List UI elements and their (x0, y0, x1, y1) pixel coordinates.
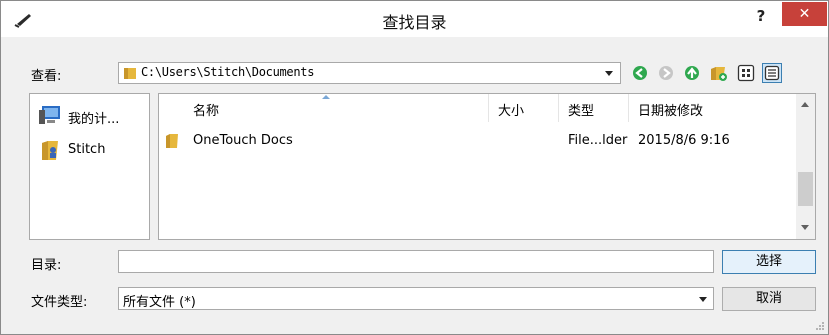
user-folder-icon (42, 141, 58, 160)
place-item-computer[interactable]: 我的计... (38, 104, 148, 130)
look-in-path: C:\Users\Stitch\Documents (141, 65, 315, 79)
chevron-down-icon[interactable] (605, 71, 613, 76)
file-modified: 2015/8/6 9:16 (638, 133, 730, 148)
file-type-select[interactable]: 所有文件 (*) (118, 287, 714, 310)
help-button[interactable]: ? (748, 5, 774, 27)
place-label: 我的计... (68, 112, 120, 127)
column-header-type[interactable]: 类型 (558, 94, 629, 122)
scroll-thumb[interactable] (798, 172, 813, 206)
folder-icon (166, 134, 178, 148)
file-type-value: 所有文件 (*) (123, 295, 196, 310)
find-directory-dialog: 查找目录 ? ✕ 查看: C:\Users\Stitch\Documents 我… (0, 0, 829, 335)
file-list[interactable]: 名称 大小 类型 日期被修改 OneTouch Docs File...lder… (158, 93, 816, 240)
file-name: OneTouch Docs (193, 133, 293, 148)
places-bar: 我的计... Stitch (29, 93, 150, 240)
window-title: 查找目录 (382, 13, 447, 32)
place-label: Stitch (68, 142, 106, 157)
title-bar: 查找目录 ? ✕ (1, 1, 828, 37)
resize-grip-icon[interactable] (815, 321, 825, 331)
detail-view-icon[interactable] (762, 63, 782, 83)
scroll-up-icon[interactable] (801, 102, 809, 107)
look-in-combobox[interactable]: C:\Users\Stitch\Documents (118, 62, 621, 84)
table-row[interactable]: OneTouch Docs File...lder 2015/8/6 9:16 (159, 130, 795, 152)
list-view-icon[interactable] (736, 63, 756, 83)
directory-label: 目录: (31, 258, 62, 273)
place-item-user[interactable]: Stitch (38, 138, 148, 164)
vertical-scrollbar[interactable] (796, 94, 815, 239)
computer-icon (39, 106, 60, 124)
folder-icon (124, 68, 136, 79)
forward-icon[interactable] (656, 63, 676, 83)
scroll-down-icon[interactable] (801, 225, 809, 230)
file-type-label: 文件类型: (31, 295, 88, 310)
column-header-name[interactable]: 名称 (159, 94, 489, 122)
directory-input[interactable] (118, 250, 714, 273)
back-icon[interactable] (630, 63, 650, 83)
select-button[interactable]: 选择 (722, 250, 816, 274)
look-in-label: 查看: (31, 69, 62, 84)
up-folder-icon[interactable] (682, 63, 702, 83)
chevron-down-icon[interactable] (699, 297, 707, 302)
column-header-size[interactable]: 大小 (488, 94, 559, 122)
cancel-button[interactable]: 取消 (722, 287, 816, 311)
new-folder-icon[interactable] (708, 63, 728, 83)
column-header-modified[interactable]: 日期被修改 (628, 94, 796, 122)
file-type: File...lder (568, 133, 628, 148)
close-button[interactable]: ✕ (782, 2, 827, 26)
